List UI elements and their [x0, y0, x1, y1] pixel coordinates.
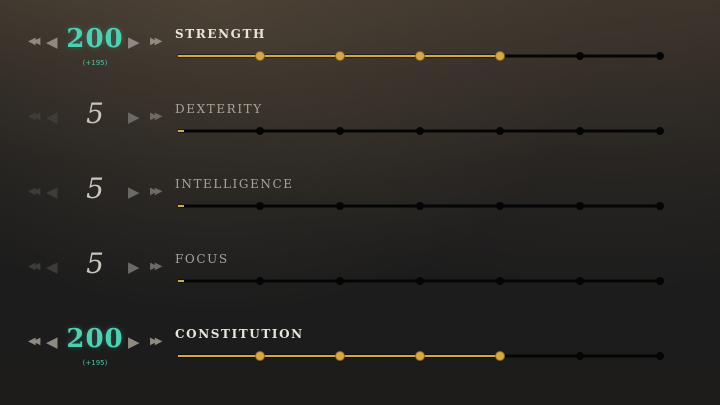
track-node-empty	[336, 202, 344, 210]
track-node-empty	[576, 127, 584, 135]
track-node-empty	[576, 352, 584, 360]
double-chevron-left-icon[interactable]: ◀◀	[28, 112, 41, 122]
track-node-filled	[335, 51, 345, 61]
double-chevron-right-icon[interactable]: ▶▶	[150, 187, 163, 197]
triangle-right-icon[interactable]: ▶	[128, 35, 140, 50]
track-node-empty	[656, 352, 664, 360]
attribute-value: 5	[86, 172, 104, 205]
track-node-empty	[576, 277, 584, 285]
stepper-constitution: ◀◀ ◀ 200 ▶ ▶▶ (+195)	[22, 304, 167, 379]
double-chevron-right-icon[interactable]: ▶▶	[150, 37, 163, 47]
track-node-filled	[415, 351, 425, 361]
track-node-filled	[335, 351, 345, 361]
track-node-filled	[495, 51, 505, 61]
attribute-label: FOCUS	[175, 252, 229, 266]
stepper-strength: ◀◀ ◀ 200 ▶ ▶▶ (+195)	[22, 4, 167, 79]
attribute-bonus: (+195)	[82, 359, 108, 367]
track-node-empty	[656, 52, 664, 60]
double-chevron-left-icon[interactable]: ◀◀	[28, 337, 41, 347]
triangle-right-icon[interactable]: ▶	[128, 110, 140, 125]
track-node-empty	[576, 52, 584, 60]
attribute-label: DEXTERITY	[175, 102, 263, 116]
track-node-filled	[415, 51, 425, 61]
double-chevron-left-icon[interactable]: ◀◀	[28, 187, 41, 197]
triangle-right-icon[interactable]: ▶	[128, 185, 140, 200]
attribute-row-focus: ◀◀ ◀ 5 ▶ ▶▶ FOCUS	[0, 229, 720, 304]
triangle-right-icon[interactable]: ▶	[128, 335, 140, 350]
attribute-bonus: (+195)	[82, 59, 108, 67]
attribute-value: 200	[66, 24, 124, 54]
attribute-value: 5	[86, 97, 104, 130]
track-node-empty	[496, 127, 504, 135]
triangle-left-icon[interactable]: ◀	[46, 35, 58, 50]
track-node-empty	[416, 127, 424, 135]
double-chevron-right-icon[interactable]: ▶▶	[150, 112, 163, 122]
triangle-left-icon[interactable]: ◀	[46, 260, 58, 275]
track-node-empty	[496, 277, 504, 285]
track-node-empty	[416, 277, 424, 285]
track-node-empty	[256, 202, 264, 210]
attribute-value: 200	[66, 324, 124, 354]
triangle-left-icon[interactable]: ◀	[46, 110, 58, 125]
triangle-left-icon[interactable]: ◀	[46, 185, 58, 200]
attribute-progress-track	[178, 127, 664, 135]
track-node-empty	[656, 202, 664, 210]
track-node-filled	[255, 351, 265, 361]
attribute-label: CONSTITUTION	[175, 327, 304, 341]
track-node-empty	[256, 127, 264, 135]
attribute-label: STRENGTH	[175, 27, 266, 41]
attribute-progress-track	[178, 277, 664, 285]
attribute-row-constitution: ◀◀ ◀ 200 ▶ ▶▶ (+195) CONSTITUTION	[0, 304, 720, 379]
track-node-empty	[656, 277, 664, 285]
double-chevron-right-icon[interactable]: ▶▶	[150, 262, 163, 272]
track-node-empty	[576, 202, 584, 210]
attribute-progress-track	[178, 51, 664, 61]
triangle-right-icon[interactable]: ▶	[128, 260, 140, 275]
track-node-empty	[336, 277, 344, 285]
track-node-filled	[255, 51, 265, 61]
attribute-row-dexterity: ◀◀ ◀ 5 ▶ ▶▶ DEXTERITY	[0, 79, 720, 154]
track-node-empty	[256, 277, 264, 285]
track-node-empty	[656, 127, 664, 135]
stepper-intelligence: ◀◀ ◀ 5 ▶ ▶▶	[22, 154, 167, 229]
double-chevron-right-icon[interactable]: ▶▶	[150, 337, 163, 347]
track-node-empty	[336, 127, 344, 135]
attribute-label: INTELLIGENCE	[175, 177, 294, 191]
double-chevron-left-icon[interactable]: ◀◀	[28, 37, 41, 47]
stepper-focus: ◀◀ ◀ 5 ▶ ▶▶	[22, 229, 167, 304]
attribute-progress-track	[178, 202, 664, 210]
attribute-row-intelligence: ◀◀ ◀ 5 ▶ ▶▶ INTELLIGENCE	[0, 154, 720, 229]
track-node-filled	[495, 351, 505, 361]
triangle-left-icon[interactable]: ◀	[46, 335, 58, 350]
stepper-dexterity: ◀◀ ◀ 5 ▶ ▶▶	[22, 79, 167, 154]
attribute-row-strength: ◀◀ ◀ 200 ▶ ▶▶ (+195) STRENGTH	[0, 4, 720, 79]
double-chevron-left-icon[interactable]: ◀◀	[28, 262, 41, 272]
track-node-empty	[496, 202, 504, 210]
attribute-progress-track	[178, 351, 664, 361]
attribute-value: 5	[86, 247, 104, 280]
track-node-empty	[416, 202, 424, 210]
